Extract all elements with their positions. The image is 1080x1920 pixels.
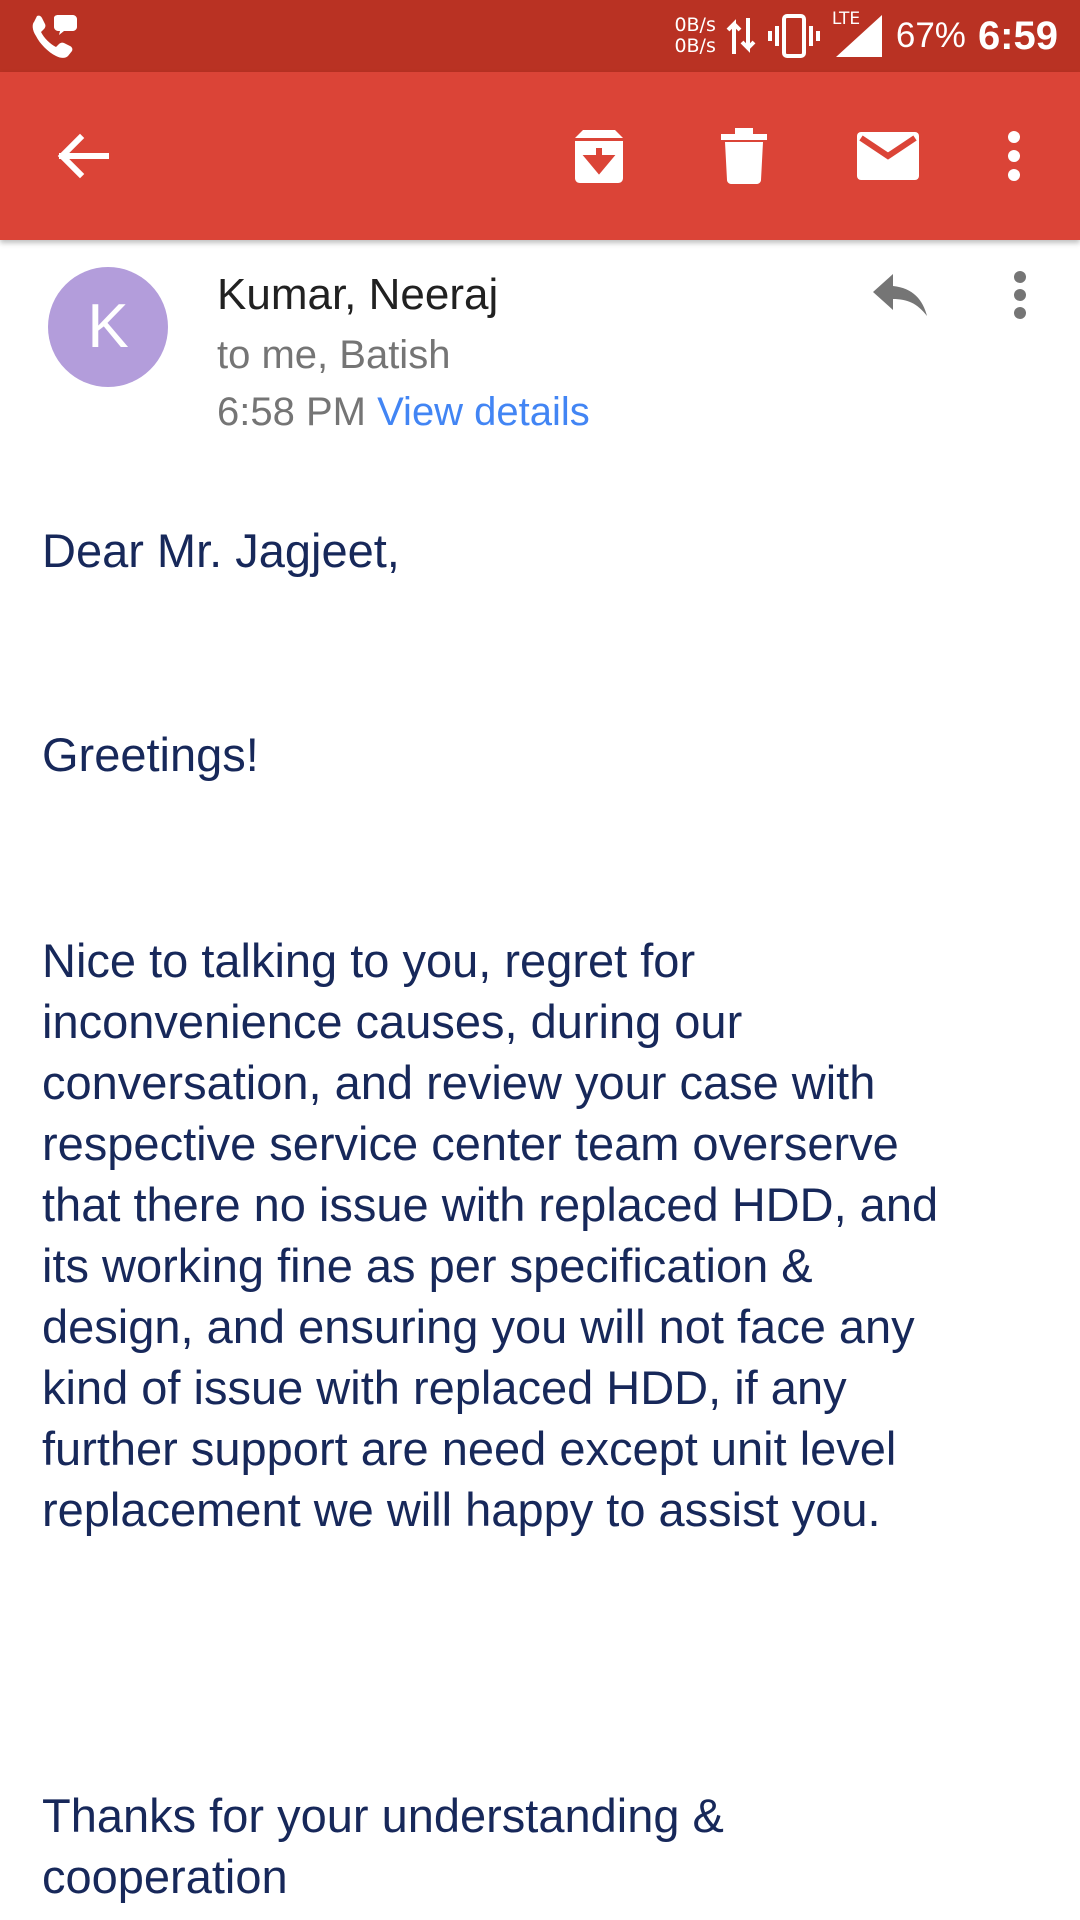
message-more-button[interactable]	[990, 260, 1050, 330]
net-up-speed: 0B/s	[674, 14, 716, 36]
email-time-line: 6:58 PM View details	[217, 390, 590, 435]
closing-paragraph: Thanks for your understanding & cooperat…	[42, 1785, 724, 1907]
greetings-line: Greetings!	[42, 728, 259, 781]
paragraph-line: further support are need except unit lev…	[42, 1422, 897, 1475]
reply-button[interactable]	[860, 260, 940, 330]
paragraph-line: design, and ensuring you will not face a…	[42, 1300, 915, 1353]
email-time: 6:58 PM	[217, 390, 366, 434]
mark-unread-icon	[857, 132, 919, 180]
paragraph-line: its working fine as per specification &	[42, 1239, 813, 1292]
paragraph-line: conversation, and review your case with	[42, 1056, 876, 1109]
vibrate-icon	[767, 14, 820, 58]
paragraph-line: Nice to talking to you, regret for	[42, 934, 696, 987]
archive-icon	[575, 130, 623, 183]
greeting: Dear Mr. Jagjeet,	[42, 524, 400, 577]
recipients: to me, Batish	[217, 333, 451, 377]
signal-icon: LTE	[832, 9, 884, 59]
more-vert-icon	[1014, 271, 1026, 319]
status-bar: 0B/s 0B/s LTE 67% 6:59	[0, 0, 1080, 72]
clock: 6:59	[977, 13, 1058, 58]
call-icon	[28, 14, 78, 60]
paragraph-line: Thanks for your understanding &	[42, 1789, 724, 1842]
toolbar	[0, 72, 1080, 240]
paragraph-line: kind of issue with replaced HDD, if any	[42, 1361, 847, 1414]
mark-unread-button[interactable]	[846, 114, 930, 198]
network-speed: 0B/s 0B/s	[674, 15, 715, 57]
network-type: LTE	[831, 9, 861, 29]
net-down-speed: 0B/s	[674, 35, 716, 57]
paragraph-line: respective service center team overserve	[42, 1117, 899, 1170]
delete-button[interactable]	[702, 114, 786, 198]
more-options-button[interactable]	[972, 114, 1056, 198]
back-icon	[57, 133, 109, 179]
back-button[interactable]	[40, 114, 124, 198]
battery-percentage: 67%	[895, 16, 966, 55]
paragraph-line: inconvenience causes, during our	[42, 995, 743, 1048]
avatar[interactable]: K	[48, 267, 168, 387]
view-details-link[interactable]: View details	[377, 390, 590, 434]
sender-name[interactable]: Kumar, Neeraj	[217, 270, 498, 320]
archive-button[interactable]	[557, 114, 641, 198]
reply-icon	[873, 274, 927, 316]
main-paragraph: Nice to talking to you, regret for incon…	[42, 930, 938, 1540]
paragraph-line: that there no issue with replaced HDD, a…	[42, 1178, 939, 1231]
delete-icon	[721, 128, 767, 184]
paragraph-line: replacement we will happy to assist you.	[42, 1483, 881, 1536]
email-header: K Kumar, Neeraj to me, Batish 6:58 PM Vi…	[0, 240, 1080, 460]
paragraph-line: cooperation	[42, 1850, 288, 1903]
more-vert-icon	[1008, 131, 1020, 181]
data-transfer-icon	[726, 14, 756, 58]
